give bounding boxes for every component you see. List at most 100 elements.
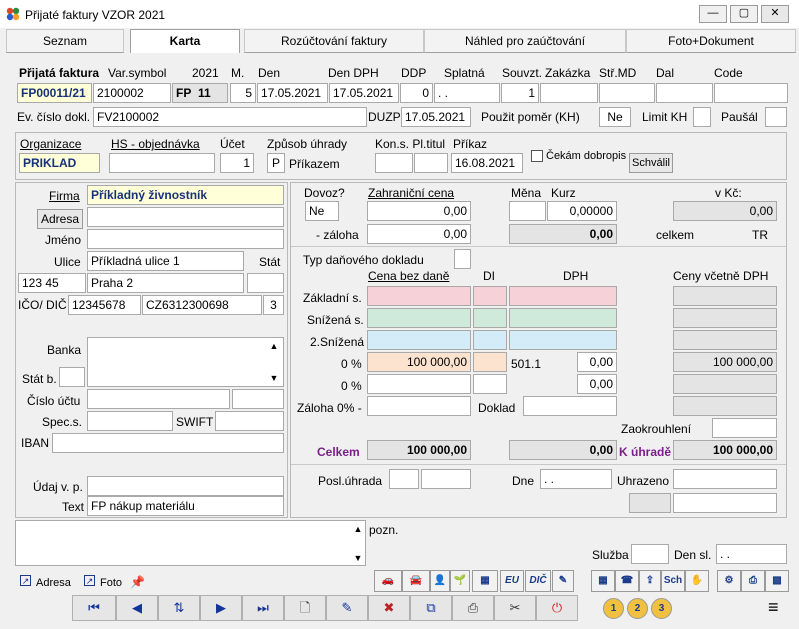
power-button[interactable]: ⏻: [536, 595, 578, 621]
spec-field[interactable]: [87, 411, 173, 431]
bank-code-field[interactable]: [232, 389, 284, 409]
strmd-field[interactable]: [599, 83, 655, 103]
zpusob-code-field[interactable]: P: [267, 153, 285, 173]
first-record-button[interactable]: ⏮: [72, 595, 116, 621]
banka-field[interactable]: [87, 337, 284, 387]
zaloha-field[interactable]: 0,00: [367, 224, 471, 244]
swift-field[interactable]: [215, 411, 284, 431]
close-button[interactable]: ✕: [761, 5, 789, 23]
ddp-field[interactable]: 0: [400, 83, 433, 103]
ulice-field[interactable]: Příkladná ulice 1: [87, 251, 244, 271]
step-3-icon[interactable]: 3: [651, 598, 672, 619]
uhrazeno-field-2[interactable]: [673, 493, 777, 513]
ucet-field[interactable]: 1: [220, 153, 254, 173]
code-field[interactable]: [714, 83, 788, 103]
tab-karta[interactable]: Karta: [130, 29, 240, 53]
pin-icon[interactable]: 📌: [130, 575, 145, 589]
stat-field[interactable]: [247, 273, 284, 293]
delete-record-button[interactable]: ✖: [368, 595, 410, 621]
p0b-dph-field[interactable]: 0,00: [577, 374, 617, 394]
qr-icon[interactable]: ▩: [765, 570, 789, 592]
ev-field[interactable]: FV2100002: [93, 107, 367, 127]
grid-icon[interactable]: ▦: [591, 570, 615, 592]
edit-record-button[interactable]: ✎: [326, 595, 368, 621]
phone-icon[interactable]: ☎: [615, 570, 639, 592]
kurz-field[interactable]: 0,00000: [547, 201, 617, 221]
firma2-field[interactable]: [87, 207, 284, 227]
step-2-icon[interactable]: 2: [627, 598, 648, 619]
splatna-field[interactable]: . .: [434, 83, 500, 103]
banka-scroll-down-icon[interactable]: ▼: [268, 373, 280, 383]
p0b-di-field[interactable]: [473, 374, 507, 394]
invoice-number-field[interactable]: FP00011/21: [17, 83, 92, 103]
p0-base-field[interactable]: 100 000,00: [367, 352, 471, 372]
p0b-base-field[interactable]: [367, 374, 471, 394]
zaokr-field[interactable]: [712, 418, 777, 438]
mena-field[interactable]: [509, 201, 546, 221]
note-field[interactable]: [15, 520, 366, 566]
minimize-button[interactable]: —: [699, 5, 727, 23]
varsym-field[interactable]: 2100002: [93, 83, 171, 103]
printer-small-icon[interactable]: ⎙: [741, 570, 765, 592]
posl-field-1[interactable]: [389, 469, 419, 489]
eu-button[interactable]: EU: [500, 570, 524, 592]
limit-kh-field[interactable]: [693, 107, 711, 127]
tools-button[interactable]: ✂: [494, 595, 536, 621]
text-field[interactable]: FP nákup materiálu: [87, 496, 284, 516]
pausal-field[interactable]: [765, 107, 787, 127]
adresa-link[interactable]: Adresa: [36, 576, 71, 590]
iban-field[interactable]: [52, 433, 284, 453]
ico-num-field[interactable]: 3: [263, 295, 284, 315]
mesto-field[interactable]: Praha 2: [87, 273, 244, 293]
den-field[interactable]: 17.05.2021: [257, 83, 328, 103]
uhrazeno-field[interactable]: [673, 469, 777, 489]
firma-field[interactable]: Příkladný živnostník: [87, 185, 284, 205]
posl-field-2[interactable]: [421, 469, 471, 489]
print-button[interactable]: ⎙: [452, 595, 494, 621]
adresa-link-icon[interactable]: ↗: [20, 575, 31, 586]
calculator-icon[interactable]: ▦: [472, 570, 498, 592]
pomer-field[interactable]: Ne: [599, 107, 631, 127]
hands-icon[interactable]: ✋: [685, 570, 709, 592]
dne-field[interactable]: . .: [540, 469, 612, 489]
dic-field[interactable]: CZ6312300698: [142, 295, 262, 315]
gears-icon[interactable]: ⚙: [717, 570, 741, 592]
sort-button[interactable]: ⇅: [158, 595, 200, 621]
note-scroll-down-icon[interactable]: ▼: [352, 553, 364, 563]
snizena-di-field[interactable]: [473, 308, 507, 328]
copy-record-button[interactable]: ⧉: [410, 595, 452, 621]
zaloha0-field[interactable]: [367, 396, 471, 416]
tab-foto-dokument[interactable]: Foto+Dokument: [626, 29, 796, 53]
p0-di-field[interactable]: [473, 352, 507, 372]
plant-icon[interactable]: 🌱: [450, 570, 470, 592]
step-1-icon[interactable]: 1: [603, 598, 624, 619]
doklad-field[interactable]: [523, 396, 617, 416]
cekam-checkbox[interactable]: [531, 150, 543, 162]
car-icon[interactable]: 🚗: [374, 570, 402, 592]
den-dph-field[interactable]: 17.05.2021: [329, 83, 399, 103]
zakladni-dph-field[interactable]: [509, 286, 617, 306]
snizena2-dph-field[interactable]: [509, 330, 617, 350]
snizena-dph-field[interactable]: [509, 308, 617, 328]
last-record-button[interactable]: ⏭: [242, 595, 284, 621]
hamburger-menu-icon[interactable]: ≡: [768, 598, 779, 616]
souvzt-field[interactable]: 1: [501, 83, 539, 103]
prikaz-field[interactable]: 16.08.2021: [451, 153, 523, 173]
zakazka-field[interactable]: [540, 83, 598, 103]
adresa-button[interactable]: Adresa: [37, 209, 83, 229]
tab-seznam[interactable]: Seznam: [6, 29, 124, 53]
cislo-uctu-field[interactable]: [87, 389, 230, 409]
hs-field[interactable]: [109, 153, 215, 173]
kons-field[interactable]: [375, 153, 413, 173]
note-scroll-up-icon[interactable]: ▲: [352, 524, 364, 534]
ico-field[interactable]: 12345678: [68, 295, 141, 315]
org-field[interactable]: PRIKLAD: [19, 153, 100, 173]
udaj-field[interactable]: [87, 476, 284, 496]
edit-doc-icon[interactable]: ✎: [552, 570, 574, 592]
typ-field[interactable]: [454, 249, 471, 269]
maximize-button[interactable]: ▢: [730, 5, 758, 23]
p0-dph-field[interactable]: 0,00: [577, 352, 617, 372]
new-record-button[interactable]: 🗋: [284, 595, 326, 621]
person-icon[interactable]: 👤: [430, 570, 450, 592]
zakladni-base-field[interactable]: [367, 286, 471, 306]
